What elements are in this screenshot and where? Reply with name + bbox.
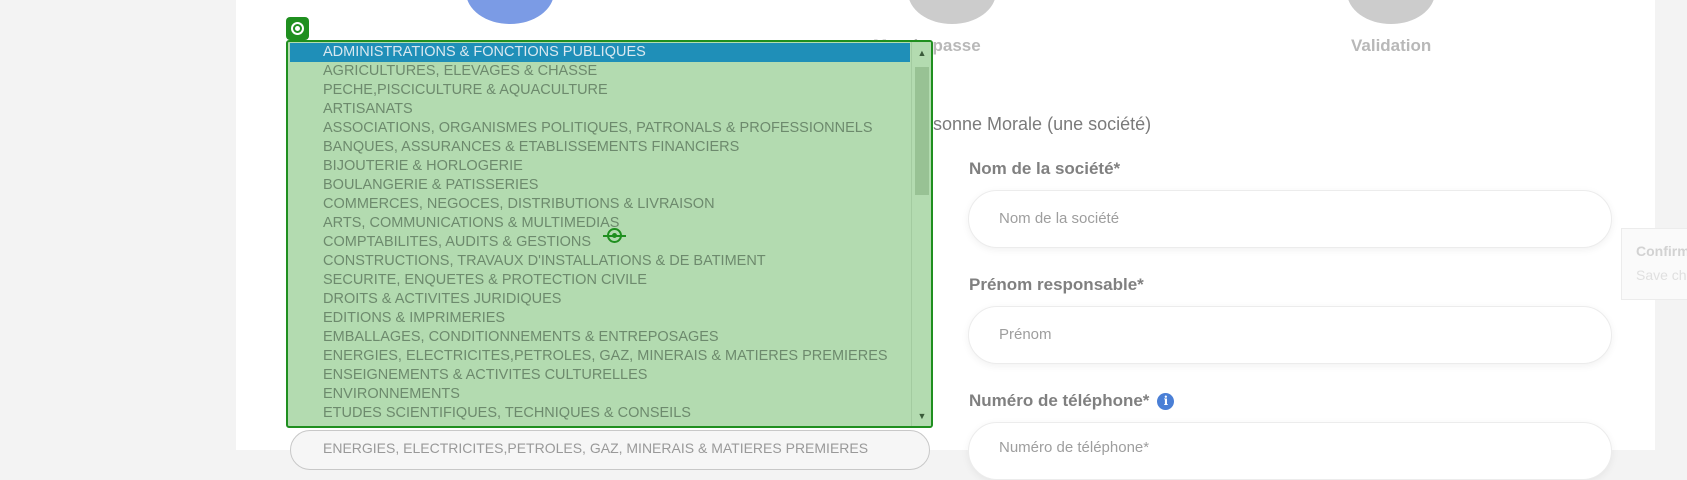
sector-select[interactable]: ENERGIES, ELECTRICITES,PETROLES, GAZ, MI… — [290, 430, 930, 470]
crosshair-icon — [603, 228, 626, 243]
company-name-label: Nom de la société* — [969, 159, 1121, 178]
sector-option[interactable]: PECHE,PISCICULTURE & AQUACULTURE — [290, 81, 910, 100]
chevron-up-icon[interactable]: ▲ — [915, 45, 929, 61]
dropdown-scrollbar[interactable]: ▲ ▼ — [911, 42, 931, 426]
sector-option[interactable]: DROITS & ACTIVITES JURIDIQUES — [290, 290, 910, 309]
chevron-down-icon[interactable]: ▼ — [915, 408, 929, 424]
toast-subtitle: Save ch — [1636, 267, 1687, 283]
phone-label-text: Numéro de téléphone* — [969, 391, 1150, 410]
phone-label: Numéro de téléphone* i — [969, 391, 1175, 411]
sector-option[interactable]: EMBALLAGES, CONDITIONNEMENTS & ENTREPOSA… — [290, 328, 910, 347]
info-icon[interactable]: i — [1157, 393, 1175, 410]
sector-option[interactable]: CONSTRUCTIONS, TRAVAUX D'INSTALLATIONS &… — [290, 252, 910, 271]
page-margin — [1655, 0, 1687, 450]
sector-option[interactable]: ARTS, COMMUNICATIONS & MULTIMEDIAS — [290, 214, 910, 233]
phone-input[interactable]: Numéro de téléphone* — [968, 422, 1612, 480]
sector-option[interactable]: ENVIRONNEMENTS — [290, 385, 910, 404]
sector-option[interactable]: ASSOCIATIONS, ORGANISMES POLITIQUES, PAT… — [290, 119, 910, 138]
company-name-input[interactable]: Nom de la société — [968, 190, 1612, 248]
confirm-toast[interactable]: Confirm Save ch — [1621, 228, 1687, 300]
step-3-label: Validation — [1351, 36, 1432, 55]
sector-option[interactable]: BIJOUTERIE & HORLOGERIE — [290, 157, 910, 176]
sector-option[interactable]: COMMERCES, NEGOCES, DISTRIBUTIONS & LIVR… — [290, 195, 910, 214]
sector-option[interactable]: SECURITE, ENQUETES & PROTECTION CIVILE — [290, 271, 910, 290]
sector-options: ADMINISTRATIONS & FONCTIONS PUBLIQUES AGR… — [290, 43, 910, 423]
sector-option[interactable]: ENSEIGNEMENTS & ACTIVITES CULTURELLES — [290, 366, 910, 385]
sector-option[interactable]: BANQUES, ASSURANCES & ETABLISSEMENTS FIN… — [290, 138, 910, 157]
entity-type-label: ersonne Morale (une société) — [917, 114, 1152, 134]
first-name-label: Prénom responsable* — [969, 275, 1144, 294]
sector-option[interactable]: AGRICULTURES, ELEVAGES & CHASSE — [290, 62, 910, 81]
sector-option[interactable]: EDITIONS & IMPRIMERIES — [290, 309, 910, 328]
target-dot — [295, 26, 300, 31]
sector-option[interactable]: COMPTABILITES, AUDITS & GESTIONS — [290, 233, 910, 252]
target-icon — [286, 17, 309, 40]
toast-title: Confirm — [1636, 243, 1687, 259]
sector-option[interactable]: ENERGIES, ELECTRICITES,PETROLES, GAZ, MI… — [290, 347, 910, 366]
first-name-input[interactable]: Prénom — [968, 306, 1612, 364]
sector-option[interactable]: ETUDES SCIENTIFIQUES, TECHNIQUES & CONSE… — [290, 404, 910, 423]
sector-option[interactable]: BOULANGERIE & PATISSERIES — [290, 176, 910, 195]
sector-option[interactable]: ARTISANATS — [290, 100, 910, 119]
sector-option[interactable]: ADMINISTRATIONS & FONCTIONS PUBLIQUES — [290, 43, 910, 62]
scrollbar-thumb[interactable] — [915, 67, 929, 195]
